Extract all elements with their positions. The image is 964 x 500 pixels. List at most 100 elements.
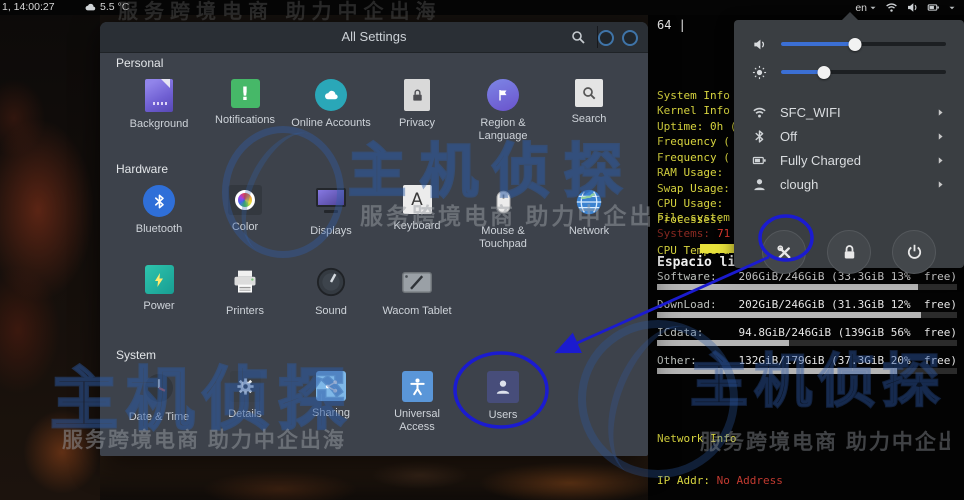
settings-tile[interactable]: Keyboard [374, 185, 460, 251]
system-info-line: Uptime: 0h ( [657, 119, 737, 133]
settings-tile[interactable]: Users [460, 371, 546, 434]
settings-tile[interactable]: Sound [288, 265, 374, 318]
slider-knob[interactable] [817, 65, 831, 79]
menu-item[interactable]: SFC_WIFI [734, 100, 964, 124]
tile-label: Displays [310, 225, 352, 237]
menu-item[interactable]: clough [734, 172, 964, 196]
power-bolt-icon [144, 265, 174, 294]
search-icon[interactable] [570, 29, 586, 45]
share-icon [316, 371, 346, 401]
lock-button[interactable] [827, 230, 871, 274]
fs-usage-bar [657, 340, 957, 346]
fs-row-value: 94.8GiB/246GiB (139GiB 56% free) [738, 326, 957, 339]
settings-tile[interactable]: Power [116, 265, 202, 318]
sound-knob-icon [314, 265, 348, 299]
bluetooth-icon [752, 129, 767, 144]
chevron-right-icon [935, 107, 946, 118]
network-globe-icon [572, 185, 606, 219]
tile-label: Mouse & Touchpad [479, 225, 527, 250]
language-indicator[interactable]: en [855, 2, 877, 14]
tile-label: Background [129, 118, 189, 130]
panel-clock: 1, 14:00:27 [2, 1, 55, 13]
ip-label: IP Addr: [657, 474, 710, 487]
slider-track[interactable] [781, 37, 946, 51]
settings-tile[interactable]: Bluetooth [116, 185, 202, 251]
systems-usage: Systems: 71 [657, 227, 730, 240]
wallpaper-bottom [100, 455, 648, 500]
terminal-prompt: 64 | [657, 18, 686, 32]
settings-tile[interactable]: Network [546, 185, 632, 251]
settings-tile[interactable]: Sharing [288, 371, 374, 434]
window-title: All Settings [341, 29, 407, 44]
tile-label: Date & Time [128, 411, 190, 423]
window-header[interactable]: All Settings [100, 22, 648, 53]
wifi-icon [752, 105, 767, 120]
wifi-indicator-icon[interactable] [885, 1, 898, 14]
tile-label: Power [143, 300, 175, 312]
settings-tile[interactable]: Privacy [374, 79, 460, 143]
settings-tile[interactable]: Wacom Tablet [374, 265, 460, 318]
systems-value: 71 [716, 227, 731, 240]
tile-label: Color [231, 221, 259, 233]
volume-icon [752, 37, 767, 52]
free-space-label: Espacio lib [657, 255, 744, 270]
displays-monitor-icon [314, 185, 348, 219]
system-info-line: Swap Usage: [657, 181, 730, 195]
chevron-right-icon [935, 155, 946, 166]
fs-usage-bar [657, 368, 957, 374]
wallpaper-left [0, 0, 100, 500]
settings-tile[interactable]: Universal Access [374, 371, 460, 434]
power-button[interactable] [892, 230, 936, 274]
settings-button[interactable] [762, 230, 806, 274]
systems-usage-bar [700, 244, 736, 253]
weather-temperature: 5.5 °C [100, 1, 130, 13]
settings-tile[interactable]: Details [202, 371, 288, 434]
tile-label: Wacom Tablet [382, 305, 452, 317]
settings-tile[interactable]: Region & Language [460, 79, 546, 143]
battery-indicator-icon[interactable] [927, 1, 940, 14]
battery-icon [752, 153, 767, 168]
settings-tile[interactable]: Mouse & Touchpad [460, 185, 546, 251]
notifications-icon [230, 79, 260, 108]
window-button-close[interactable] [622, 30, 638, 46]
menu-item[interactable]: Fully Charged [734, 148, 964, 172]
menu-item[interactable]: Off [734, 124, 964, 148]
power-icon [905, 243, 924, 262]
settings-tile[interactable]: Printers [202, 265, 288, 318]
universal-access-icon [401, 371, 433, 402]
section-label: System [116, 348, 157, 362]
section-hardware: Hardware Bluetooth Color Displays A Keyb… [116, 162, 640, 318]
fs-row-label: ICdata: [657, 326, 704, 339]
settings-tile[interactable]: Color [202, 185, 288, 251]
systems-label: Systems: [657, 227, 710, 240]
ip-value: No Address [716, 474, 783, 487]
tile-label: Keyboard [393, 220, 441, 232]
clock-icon [142, 371, 176, 405]
tile-label: Bluetooth [135, 223, 183, 235]
settings-tile[interactable]: Online Accounts [288, 79, 374, 143]
search-icon [575, 79, 603, 107]
fs-row-label: Other: [657, 354, 697, 367]
system-info-line: Kernel Info [657, 104, 730, 117]
settings-tile[interactable]: Background [116, 79, 202, 143]
brightness-icon [752, 65, 767, 80]
slider-knob[interactable] [848, 37, 862, 51]
volume-indicator-icon[interactable] [906, 1, 919, 14]
wacom-tablet-icon [400, 265, 434, 299]
fs-row-value: 202GiB/246GiB (31.3GiB 12% free) [738, 298, 957, 311]
tile-label: Online Accounts [291, 117, 371, 129]
settings-window: All Settings Personal Background ! Notif… [100, 22, 648, 456]
slider-track[interactable] [781, 65, 946, 79]
system-info-lines: System Info Kernel Info Uptime: 0h (Freque… [657, 41, 736, 258]
settings-tile[interactable]: Search [546, 79, 632, 143]
filesystem-row: Other: 132GiB/179GiB (37.3GiB 20% free) [657, 354, 957, 378]
panel-indicators: en [855, 0, 956, 15]
panel-caret-down-icon[interactable] [948, 4, 956, 12]
weather-cloud-icon [84, 1, 97, 14]
settings-tile[interactable]: Notifications [202, 79, 288, 143]
filesystem-header: File system [657, 211, 730, 224]
settings-tile[interactable]: Displays [288, 185, 374, 251]
window-button-minimize[interactable] [598, 30, 614, 46]
settings-tile[interactable]: Date & Time [116, 371, 202, 434]
chevron-right-icon [935, 131, 946, 142]
